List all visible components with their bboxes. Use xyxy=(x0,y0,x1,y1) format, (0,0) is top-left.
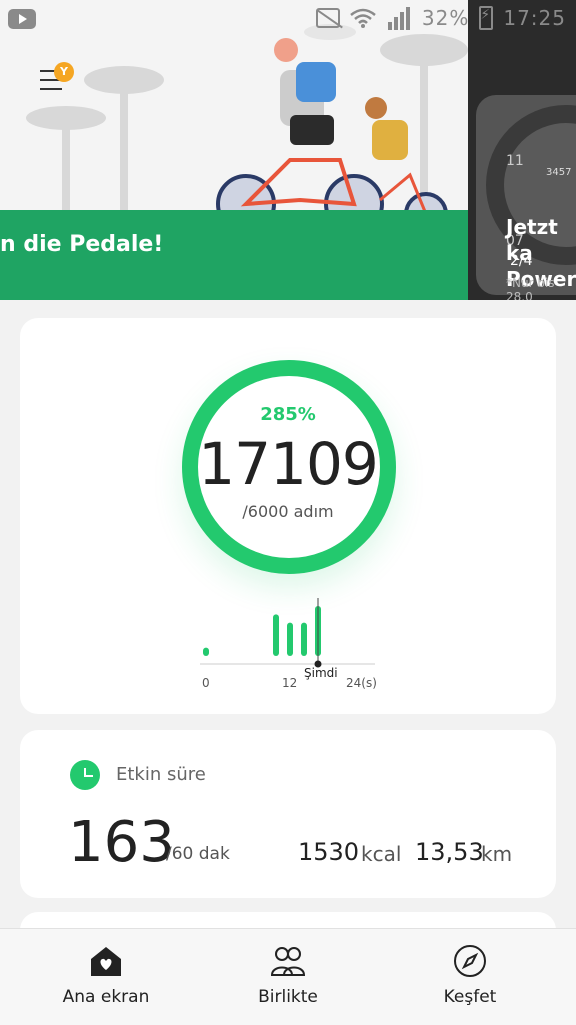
signal-icon xyxy=(387,7,410,30)
svg-text:11: 11 xyxy=(506,153,524,169)
svg-text:3457: 3457 xyxy=(546,167,571,178)
tick-label-mid: 12 xyxy=(282,676,298,690)
people-icon xyxy=(270,947,306,976)
banner-pager: 2/4 xyxy=(510,253,533,269)
clock-time: 17:25 xyxy=(503,6,566,30)
mute-icon xyxy=(315,8,340,28)
banner-slide-cycling[interactable]: n die Pedale! xyxy=(0,0,468,300)
steps-percent: 285% xyxy=(260,404,316,425)
nav-home[interactable]: Ana ekran xyxy=(10,929,202,1025)
tick-label-start: 0 xyxy=(202,676,210,690)
steps-goal: /6000 adım xyxy=(242,502,334,521)
activity-label: Etkin süre xyxy=(116,764,206,785)
chart-bar xyxy=(287,622,293,656)
active-minutes: 163 xyxy=(68,810,175,875)
battery-percent: 32% xyxy=(421,6,470,30)
banner-side-note: *Nur bis 28.0 xyxy=(506,276,555,300)
clock-icon xyxy=(70,760,100,790)
chart-bar xyxy=(273,614,279,656)
nav-home-label: Ana ekran xyxy=(62,987,150,1007)
distance-value: 13,53 xyxy=(415,838,484,866)
calories-unit: kcal xyxy=(361,842,402,866)
promo-banner[interactable]: n die Pedale! 11 07 3457 Jetzt ka Powerb… xyxy=(0,0,576,300)
compass-icon xyxy=(454,945,486,977)
status-icons: 32% 17:25 xyxy=(315,6,566,30)
activity-card[interactable]: Etkin süre 163 /60 dak 1530 kcal 13,53 k… xyxy=(20,730,556,898)
nav-together[interactable]: Birlikte xyxy=(192,929,384,1025)
nav-discover-label: Keşfet xyxy=(443,987,497,1007)
steps-card[interactable]: 285% 17109 /6000 adım 0 12 24(s) Şimdi xyxy=(20,318,556,714)
status-bar: 32% 17:25 xyxy=(0,0,576,38)
now-label: Şimdi xyxy=(304,666,338,680)
nav-together-label: Birlikte xyxy=(258,987,318,1007)
banner-headline: n die Pedale! xyxy=(0,232,164,257)
chart-bar xyxy=(301,622,307,656)
battery-icon xyxy=(479,6,494,30)
active-minutes-goal: /60 dak xyxy=(166,844,230,864)
tick-label-end: 24(s) xyxy=(346,676,377,690)
bottom-navigation: Ana ekran Birlikte Keşfet xyxy=(0,928,576,1025)
nav-discover[interactable]: Keşfet xyxy=(374,929,566,1025)
chart-bar xyxy=(203,647,209,656)
calories-value: 1530 xyxy=(298,838,360,866)
notification-badge: Y xyxy=(54,62,74,82)
menu-line xyxy=(40,88,62,90)
home-heart-icon xyxy=(91,947,121,976)
wifi-icon xyxy=(350,8,376,28)
youtube-icon xyxy=(8,9,36,29)
distance-unit: km xyxy=(481,842,513,866)
steps-count: 17109 xyxy=(198,430,379,498)
